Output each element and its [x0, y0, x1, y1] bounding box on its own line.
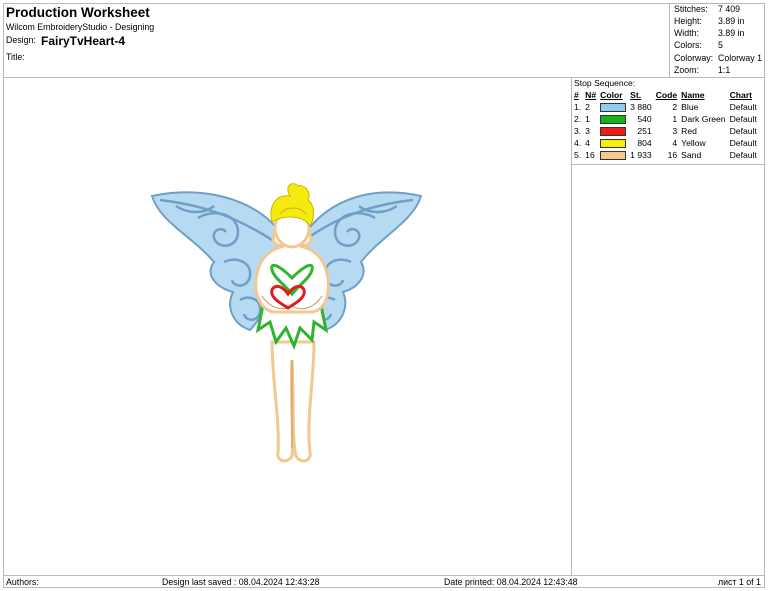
fairy-head [270, 183, 314, 249]
last-saved: Design last saved : 08.04.2024 12:43:28 [162, 577, 320, 587]
design-preview [150, 183, 423, 463]
fairy-legs [270, 340, 316, 463]
date-printed: Date printed: 08.04.2024 12:43:48 [444, 577, 578, 587]
authors-label: Authors: [6, 577, 39, 587]
page-number: лист 1 of 1 [718, 577, 761, 587]
